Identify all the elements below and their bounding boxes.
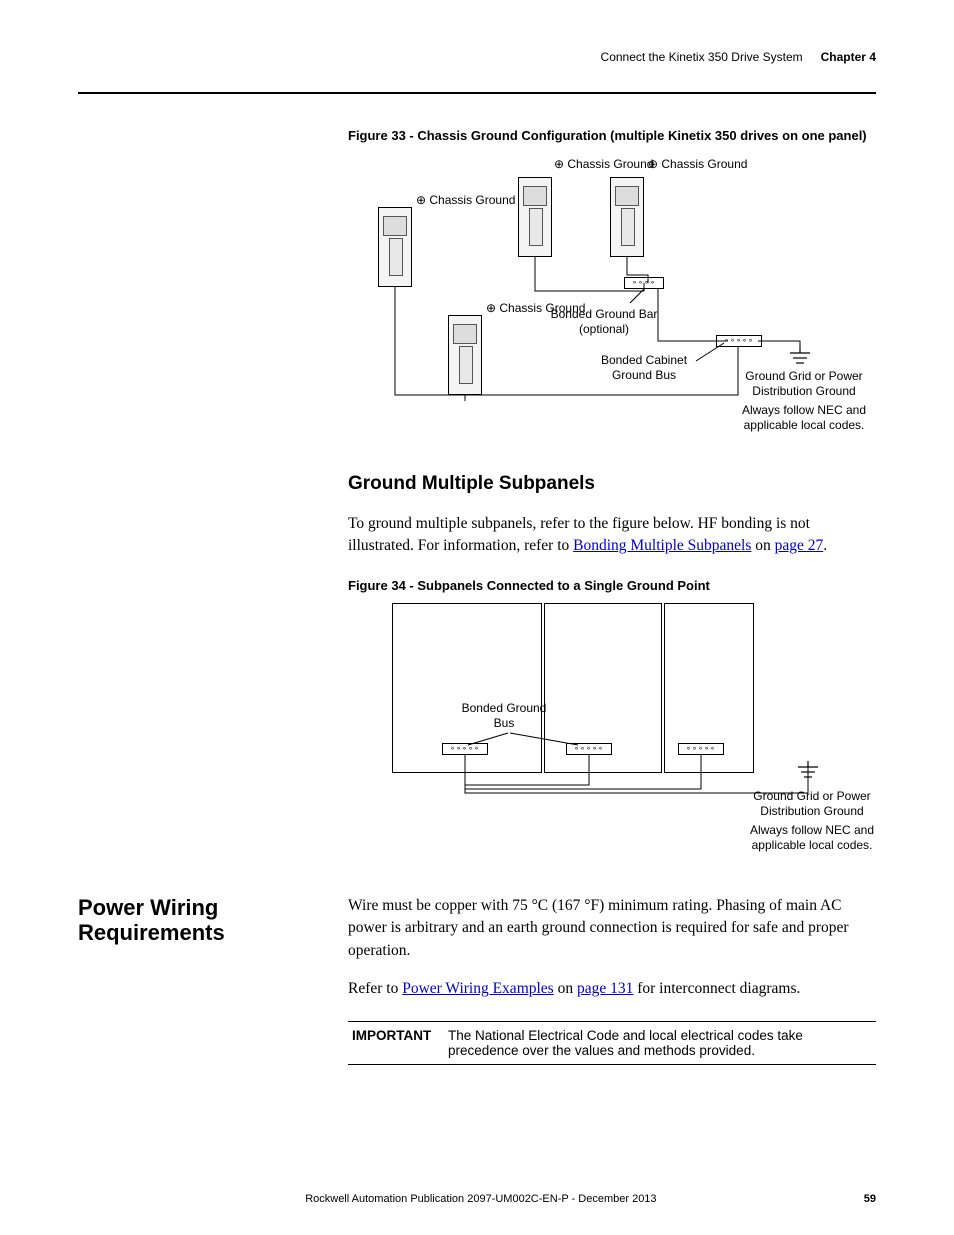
important-label: IMPORTANT	[348, 1028, 448, 1058]
page131-link[interactable]: page 131	[577, 980, 633, 997]
label-text: Always follow NEC and	[750, 823, 874, 837]
figure34-diagram: ∘∘∘∘∘ ∘∘∘∘∘ ∘∘∘∘∘ Bonded Ground Bus Grou…	[348, 593, 876, 863]
ground-symbol-icon	[788, 347, 812, 369]
label-text: applicable local codes.	[752, 838, 873, 852]
power-wiring-heading: Power Wiring Requirements	[78, 895, 348, 946]
figure33-title: Figure 33 - Chassis Ground Configuration…	[348, 128, 876, 143]
label-text: Distribution Ground	[760, 804, 863, 818]
ground-grid-label: Ground Grid or Power Distribution Ground	[734, 369, 874, 399]
label-text: Ground Grid or Power	[753, 789, 870, 803]
ground-symbol-icon	[796, 761, 820, 783]
important-note: IMPORTANT The National Electrical Code a…	[348, 1021, 876, 1065]
power-wiring-para2: Refer to Power Wiring Examples on page 1…	[348, 978, 876, 1000]
ground-multiple-paragraph: To ground multiple subpanels, refer to t…	[348, 513, 876, 558]
text: Refer to	[348, 980, 402, 997]
ground-multiple-heading: Ground Multiple Subpanels	[348, 473, 876, 495]
page-footer: Rockwell Automation Publication 2097-UM0…	[78, 1193, 876, 1205]
text: .	[823, 537, 827, 554]
label-text: Always follow NEC and	[742, 403, 866, 417]
bonding-subpanels-link[interactable]: Bonding Multiple Subpanels	[573, 537, 751, 554]
power-wiring-para1: Wire must be copper with 75 °C (167 °F) …	[348, 895, 876, 962]
label-text: applicable local codes.	[744, 418, 865, 432]
text: on	[751, 537, 774, 554]
footer-publication: Rockwell Automation Publication 2097-UM0…	[98, 1193, 864, 1205]
header-section: Connect the Kinetix 350 Drive System	[601, 50, 803, 64]
figure33-diagram: ⊕ Chassis Ground ⊕ Chassis Ground ⊕ Chas…	[348, 143, 876, 433]
power-wiring-section: Power Wiring Requirements Wire must be c…	[78, 895, 876, 1001]
footer-page-number: 59	[864, 1193, 876, 1205]
label-text: Ground Grid or Power	[745, 369, 862, 383]
ground-grid-label: Ground Grid or Power Distribution Ground	[742, 789, 882, 819]
nec-note-label: Always follow NEC and applicable local c…	[742, 823, 882, 853]
power-wiring-examples-link[interactable]: Power Wiring Examples	[402, 980, 553, 997]
page-header: Connect the Kinetix 350 Drive System Cha…	[78, 50, 876, 64]
header-chapter: Chapter 4	[821, 50, 876, 64]
text: on	[554, 980, 577, 997]
label-text: Distribution Ground	[752, 384, 855, 398]
page27-link[interactable]: page 27	[775, 537, 824, 554]
text: for interconnect diagrams.	[633, 980, 800, 997]
figure34-title: Figure 34 - Subpanels Connected to a Sin…	[348, 578, 876, 593]
nec-note-label: Always follow NEC and applicable local c…	[734, 403, 874, 433]
important-text: The National Electrical Code and local e…	[448, 1028, 876, 1058]
